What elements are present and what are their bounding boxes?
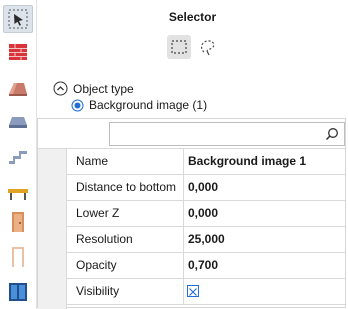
properties-search-box[interactable] bbox=[109, 122, 345, 146]
property-name: Distance to bottom bbox=[67, 175, 184, 200]
tool-sidebar bbox=[0, 0, 36, 309]
property-row-distance-to-bottom: Distance to bottom 0,000 bbox=[67, 175, 345, 201]
property-row-resolution: Resolution 25,000 bbox=[67, 227, 345, 253]
slab-tool-button[interactable] bbox=[3, 108, 33, 136]
window-tool-button[interactable] bbox=[3, 278, 33, 306]
property-value[interactable]: 0,000 bbox=[184, 175, 348, 200]
door-tool-button[interactable] bbox=[3, 208, 33, 236]
properties-panel: Name Background image 1 Distance to bott… bbox=[37, 118, 346, 309]
slab-icon bbox=[9, 117, 27, 128]
properties-search-bar bbox=[38, 119, 345, 149]
properties-row-gutter bbox=[38, 149, 67, 309]
roof-tool-button[interactable] bbox=[3, 74, 33, 102]
property-value[interactable]: Background image 1 bbox=[184, 149, 348, 174]
select-tool-button[interactable] bbox=[3, 5, 33, 33]
property-row-opacity: Opacity 0,700 bbox=[67, 253, 345, 279]
property-value[interactable]: 25,000 bbox=[184, 227, 348, 252]
radio-selected-icon[interactable] bbox=[71, 99, 84, 112]
property-name: Lower Z bbox=[67, 201, 184, 226]
property-row-visibility: Visibility bbox=[67, 279, 345, 305]
property-value[interactable]: 0,000 bbox=[184, 201, 348, 226]
brick-wall-icon bbox=[9, 44, 27, 60]
beam-tool-button[interactable] bbox=[3, 180, 33, 208]
window-icon bbox=[9, 283, 27, 301]
rectangle-select-icon bbox=[171, 40, 187, 54]
property-row-name: Name Background image 1 bbox=[67, 149, 345, 175]
tree-item-background-image[interactable]: Background image (1) bbox=[71, 98, 207, 112]
checkbox-cross-icon bbox=[189, 288, 197, 296]
tree-group-object-type[interactable]: Object type bbox=[53, 81, 134, 96]
stair-icon bbox=[9, 151, 27, 164]
property-name: Visibility bbox=[67, 279, 184, 304]
visibility-checkbox[interactable] bbox=[187, 285, 199, 297]
lasso-select-button[interactable] bbox=[196, 35, 220, 59]
lasso-select-icon bbox=[201, 40, 215, 56]
opening-tool-button[interactable] bbox=[3, 243, 33, 271]
tree-item-label: Background image (1) bbox=[89, 98, 208, 112]
wall-tool-button[interactable] bbox=[3, 38, 33, 66]
roof-icon bbox=[9, 83, 27, 96]
collapse-chevron-icon[interactable] bbox=[53, 81, 68, 96]
search-icon[interactable] bbox=[325, 127, 339, 141]
panel-title: Selector bbox=[168, 10, 217, 24]
beam-icon bbox=[8, 189, 28, 200]
property-name: Name bbox=[67, 149, 184, 174]
stair-tool-button[interactable] bbox=[3, 143, 33, 171]
rectangle-select-button[interactable] bbox=[167, 35, 191, 59]
opening-icon bbox=[12, 247, 24, 267]
property-value[interactable]: 0,700 bbox=[184, 253, 348, 278]
property-row-lower-z: Lower Z 0,000 bbox=[67, 201, 345, 227]
property-name: Opacity bbox=[67, 253, 184, 278]
select-arrow-icon bbox=[8, 9, 28, 29]
tree-group-label: Object type bbox=[73, 81, 134, 96]
properties-search-input[interactable] bbox=[114, 125, 318, 145]
property-name: Resolution bbox=[67, 227, 184, 252]
door-icon bbox=[12, 212, 24, 232]
